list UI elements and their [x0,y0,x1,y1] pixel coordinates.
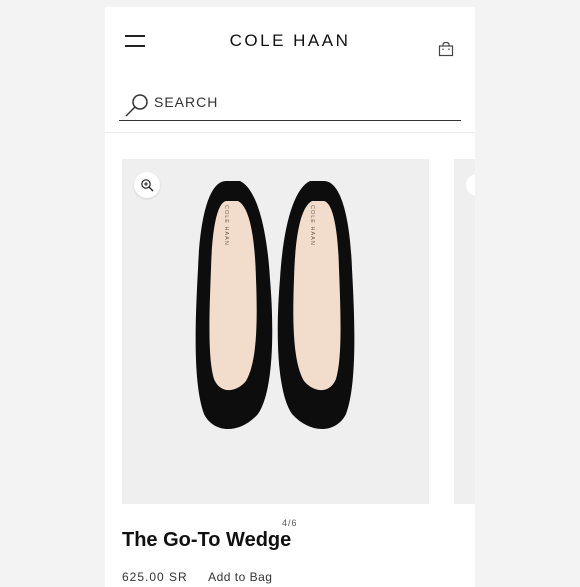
search-icon[interactable] [124,92,150,118]
zoom-in-button[interactable] [134,172,160,198]
search-placeholder: SEARCH [154,94,219,110]
insole-brand-left: COLE HAAN [223,205,229,246]
image-counter: 4/6 [282,518,298,528]
search-input[interactable]: SEARCH [119,91,461,121]
price-row: 625.00 SR Add to Bag [122,570,272,584]
shoe-pair-image: COLE HAAN COLE HAAN [195,181,355,429]
mobile-page: COLE HAAN SEARCH COLE HAAN COLE HAAN 4/6… [105,7,475,587]
product-price: 625.00 SR [122,570,188,584]
add-to-bag-link[interactable]: Add to Bag [208,570,272,584]
zoom-in-icon [141,179,154,192]
brand-logo[interactable]: COLE HAAN [105,31,475,51]
next-zoom-button[interactable] [466,174,475,196]
next-product-image[interactable] [454,159,475,504]
site-header: COLE HAAN SEARCH [105,7,475,133]
shopping-bag-icon[interactable] [438,41,454,57]
insole-brand-right: COLE HAAN [309,205,315,246]
product-title: The Go-To Wedge [122,529,292,551]
product-image[interactable]: COLE HAAN COLE HAAN [122,159,429,504]
